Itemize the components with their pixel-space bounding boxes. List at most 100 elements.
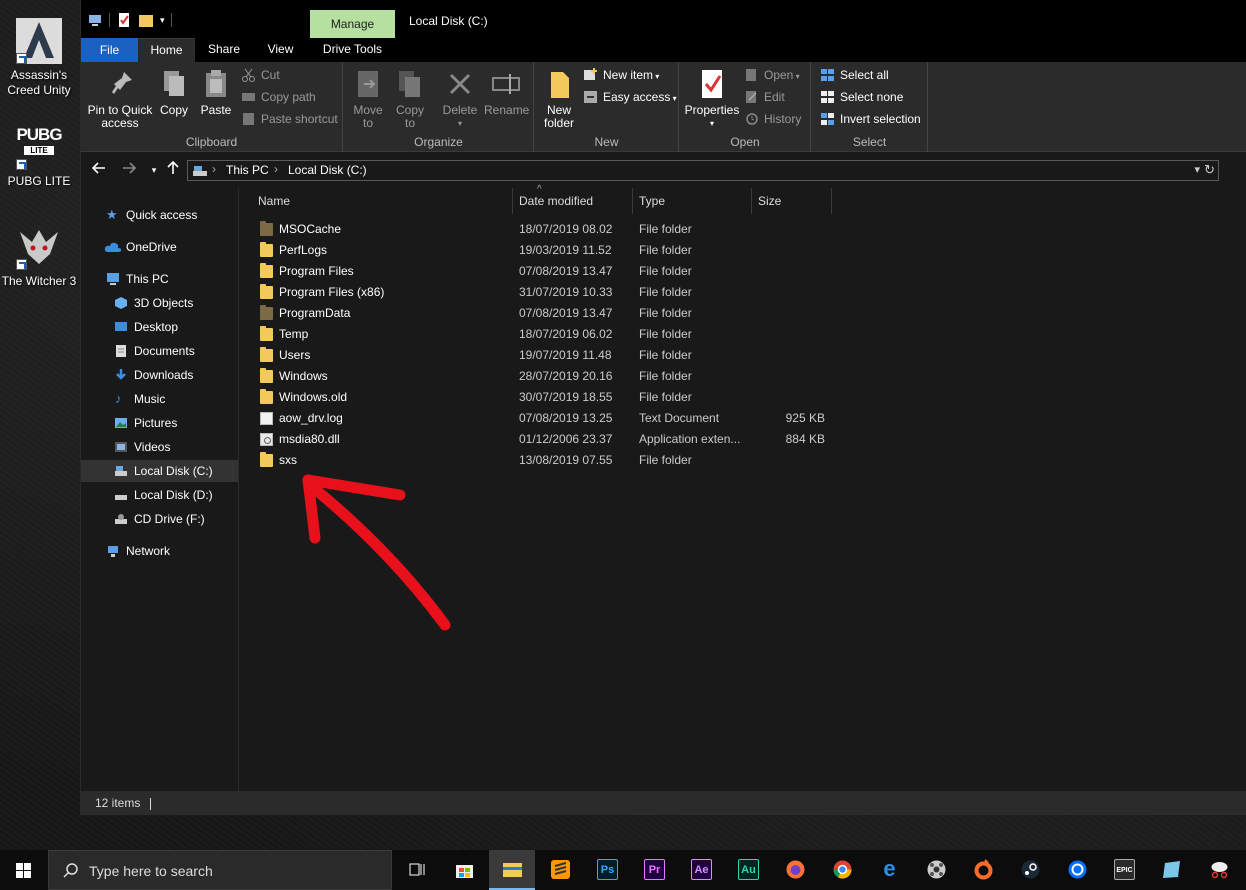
nav-item-cd-drive-f[interactable]: CD Drive (F:) bbox=[81, 508, 238, 530]
taskbar-photoshop[interactable]: Ps bbox=[584, 850, 630, 890]
taskbar-app[interactable] bbox=[1148, 850, 1194, 890]
taskbar-search-box[interactable]: Type here to search bbox=[48, 850, 392, 890]
taskbar-after-effects[interactable]: Ae bbox=[678, 850, 724, 890]
table-row[interactable]: Windows 28/07/2019 20.16 File folder bbox=[253, 366, 843, 387]
desktop-icon-label: Creed Unity bbox=[7, 83, 71, 97]
copy-icon bbox=[158, 68, 190, 100]
nav-item-this-pc[interactable]: This PC bbox=[81, 268, 238, 290]
delete-button[interactable]: Delete ▾ bbox=[440, 66, 480, 130]
taskbar-sublime-text[interactable] bbox=[537, 850, 583, 890]
taskbar-chrome[interactable] bbox=[819, 850, 865, 890]
tab-home[interactable]: Home bbox=[138, 38, 195, 62]
tab-view[interactable]: View bbox=[253, 38, 308, 62]
back-button[interactable] bbox=[90, 161, 108, 179]
back-arrow-icon bbox=[91, 162, 105, 174]
up-button[interactable] bbox=[164, 160, 182, 179]
taskbar-uplay[interactable] bbox=[1054, 850, 1100, 890]
nav-item-network[interactable]: Network bbox=[81, 540, 238, 562]
properties-icon[interactable] bbox=[116, 12, 132, 28]
cut-button[interactable]: Cut bbox=[241, 65, 280, 85]
nav-item-videos[interactable]: Videos bbox=[81, 436, 238, 458]
desktop-icon-assassins-creed[interactable]: Assassin's Creed Unity bbox=[0, 18, 78, 98]
desktop-icon-label: The Witcher 3 bbox=[1, 274, 77, 288]
table-row[interactable]: Program Files 07/08/2019 13.47 File fold… bbox=[253, 261, 843, 282]
move-to-button[interactable]: Move to bbox=[350, 66, 386, 130]
address-bar[interactable]: › This PC › Local Disk (C:) ▾ ↻ bbox=[187, 160, 1219, 181]
paste-button[interactable]: Paste bbox=[199, 66, 233, 117]
nav-item-local-disk-c[interactable]: Local Disk (C:) bbox=[81, 460, 238, 482]
table-row[interactable]: ProgramData 07/08/2019 13.47 File folder bbox=[253, 303, 843, 324]
column-header-size[interactable]: Size bbox=[752, 188, 832, 214]
breadcrumb-local-disk[interactable]: Local Disk (C:) bbox=[288, 163, 367, 177]
desktop-icon-the-witcher-3[interactable]: The Witcher 3 bbox=[0, 224, 78, 289]
forward-button[interactable] bbox=[120, 161, 138, 179]
taskbar-audition[interactable]: Au bbox=[725, 850, 771, 890]
taskbar-media-player[interactable] bbox=[913, 850, 959, 890]
table-row[interactable]: MSOCache 18/07/2019 08.02 File folder bbox=[253, 219, 843, 240]
column-header-type[interactable]: Type bbox=[633, 188, 752, 214]
tab-file[interactable]: File bbox=[81, 38, 138, 62]
copy-path-button[interactable]: Copy path bbox=[241, 87, 316, 107]
file-date: 18/07/2019 08.02 bbox=[519, 222, 613, 236]
easy-access-button[interactable]: Easy access ▾ bbox=[583, 87, 677, 107]
customize-qat-icon[interactable]: ▾ bbox=[160, 15, 165, 26]
select-none-button[interactable]: Select none bbox=[820, 87, 903, 107]
tab-share[interactable]: Share bbox=[195, 38, 253, 62]
table-row[interactable]: Program Files (x86) 31/07/2019 10.33 Fil… bbox=[253, 282, 843, 303]
column-header-name[interactable]: Name bbox=[252, 188, 513, 214]
tab-drive-tools[interactable]: Drive Tools bbox=[310, 38, 395, 62]
nav-item-onedrive[interactable]: OneDrive bbox=[81, 236, 238, 258]
nav-item-desktop[interactable]: Desktop bbox=[81, 316, 238, 338]
select-all-button[interactable]: Select all bbox=[820, 65, 889, 85]
table-row[interactable]: sxs 13/08/2019 07.55 File folder bbox=[253, 450, 843, 471]
new-item-button[interactable]: New item ▾ bbox=[583, 65, 659, 85]
nav-item-local-disk-d[interactable]: Local Disk (D:) bbox=[81, 484, 238, 506]
invert-selection-button[interactable]: Invert selection bbox=[820, 109, 921, 129]
table-row[interactable]: PerfLogs 19/03/2019 11.52 File folder bbox=[253, 240, 843, 261]
refresh-icon[interactable]: ↻ bbox=[1204, 162, 1215, 178]
recent-locations-button[interactable]: ▾ bbox=[145, 161, 163, 179]
nav-item-documents[interactable]: Documents bbox=[81, 340, 238, 362]
pin-to-quick-access-button[interactable]: Pin to Quick access bbox=[87, 66, 153, 130]
this-pc-icon[interactable] bbox=[87, 12, 103, 28]
taskbar-store[interactable] bbox=[441, 850, 487, 890]
taskbar-origin[interactable] bbox=[960, 850, 1006, 890]
start-button[interactable] bbox=[0, 850, 48, 890]
taskbar-steam[interactable] bbox=[1007, 850, 1053, 890]
nav-item-music[interactable]: ♪ Music bbox=[81, 388, 238, 410]
table-row[interactable]: aow_drv.log 07/08/2019 13.25 Text Docume… bbox=[253, 408, 843, 429]
nav-item-quick-access[interactable]: ★ Quick access bbox=[81, 204, 238, 226]
taskbar-snipping-tool[interactable] bbox=[1196, 850, 1242, 890]
copy-to-button[interactable]: Copy to bbox=[392, 66, 428, 130]
chevron-down-icon: ▾ bbox=[151, 165, 157, 175]
table-row[interactable]: Users 19/07/2019 11.48 File folder bbox=[253, 345, 843, 366]
taskbar-premiere[interactable]: Pr bbox=[631, 850, 677, 890]
nav-item-label: Desktop bbox=[134, 320, 179, 334]
taskbar-epic-games[interactable]: EPIC bbox=[1101, 850, 1147, 890]
uplay-icon bbox=[1068, 860, 1087, 879]
open-button[interactable]: Open ▾ bbox=[744, 65, 800, 85]
taskbar-file-explorer[interactable] bbox=[489, 850, 535, 890]
address-dropdown-icon[interactable]: ▾ bbox=[1194, 163, 1200, 176]
properties-button[interactable]: Properties ▾ bbox=[684, 66, 740, 130]
new-folder-icon[interactable] bbox=[138, 12, 154, 28]
nav-item-downloads[interactable]: Downloads bbox=[81, 364, 238, 386]
history-button[interactable]: History bbox=[744, 109, 801, 129]
nav-item-3d-objects[interactable]: 3D Objects bbox=[81, 292, 238, 314]
taskbar-task-view[interactable] bbox=[393, 850, 439, 890]
breadcrumb-this-pc[interactable]: This PC bbox=[226, 163, 269, 177]
table-row[interactable]: msdia80.dll 01/12/2006 23.37 Application… bbox=[253, 429, 843, 450]
nav-item-pictures[interactable]: Pictures bbox=[81, 412, 238, 434]
edit-button[interactable]: Edit bbox=[744, 87, 785, 107]
table-row[interactable]: Windows.old 30/07/2019 18.55 File folder bbox=[253, 387, 843, 408]
taskbar-edge[interactable]: e bbox=[866, 850, 912, 890]
taskbar-firefox[interactable] bbox=[772, 850, 818, 890]
copy-button[interactable]: Copy bbox=[157, 66, 191, 117]
column-header-date-modified[interactable]: Date modified bbox=[513, 188, 633, 214]
paste-shortcut-button[interactable]: Paste shortcut bbox=[241, 109, 338, 129]
rename-button[interactable]: Rename bbox=[484, 66, 529, 117]
pubg-logo-subtext: LITE bbox=[24, 146, 54, 155]
desktop-icon-pubg-lite[interactable]: PUBG LITE PUBG LITE bbox=[0, 124, 78, 189]
table-row[interactable]: Temp 18/07/2019 06.02 File folder bbox=[253, 324, 843, 345]
new-folder-button[interactable]: New folder bbox=[539, 66, 579, 130]
